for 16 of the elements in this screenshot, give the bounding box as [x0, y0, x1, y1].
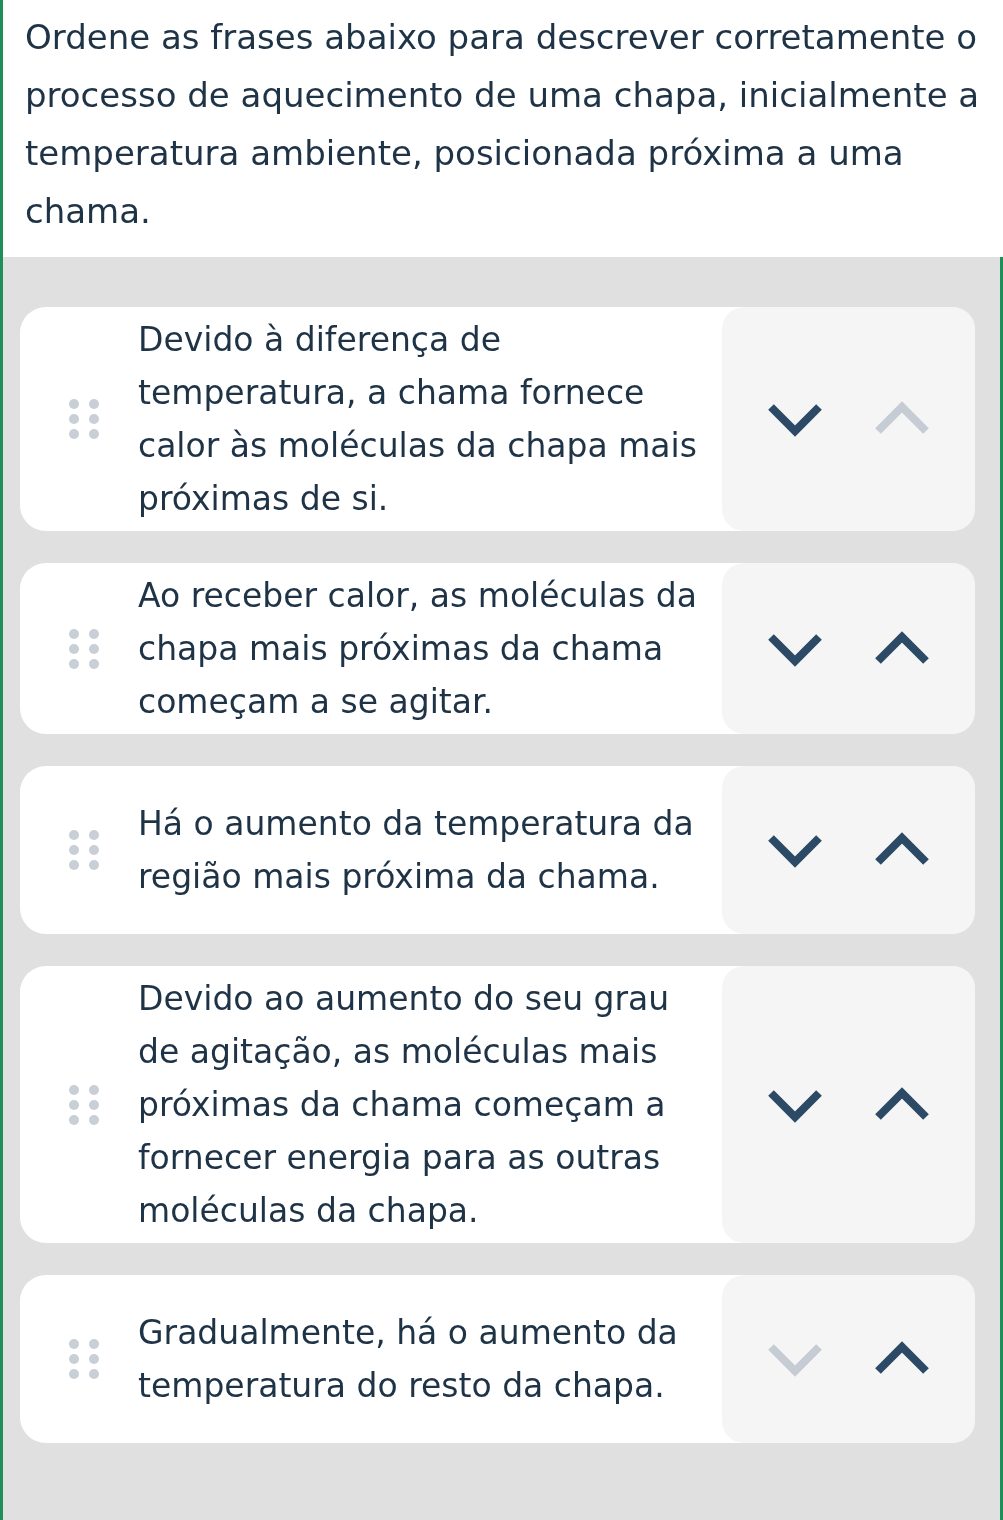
question-text: Ordene as frases abaixo para descrever corretamente o processo de aquecimento de uma chapa, inicialmente a temperatura ambiente, posicionada próxima a uma chama. [25, 16, 981, 233]
sentence-card[interactable]: Gradualmente, há o aumento da temperatura do resto da chapa. [20, 1275, 975, 1443]
sentence-text: Devido à diferença de temperatura, a chama fornece calor às moléculas da chapa mais próximas de si. [138, 319, 698, 520]
sentence-card[interactable]: Ao receber calor, as moléculas da chapa mais próximas da chama começam a se agitar. [20, 563, 975, 734]
sentence-card[interactable]: Devido ao aumento do seu grau de agitação, as moléculas mais próximas da chama começam a fornecer energia para as outras moléculas da chapa. [20, 966, 975, 1243]
drag-handle-icon[interactable] [68, 1083, 100, 1126]
drag-handle-icon[interactable] [68, 398, 100, 440]
drag-handle-icon[interactable] [68, 627, 100, 670]
sentence-text: Há o aumento da temperatura da região mais próxima da chama. [138, 803, 695, 898]
sentence-card[interactable]: Devido à diferença de temperatura, a chama fornece calor às moléculas da chapa mais próximas de si. [20, 307, 975, 531]
sentence-text: Devido ao aumento do seu grau de agitação, as moléculas mais próximas da chama começam a fornecer energia para as outras moléculas da chapa. [138, 978, 671, 1232]
sentence-text: Ao receber calor, as moléculas da chapa mais próximas da chama começam a se agitar. [138, 575, 698, 723]
drag-handle-icon[interactable] [68, 829, 100, 871]
sentence-card[interactable]: Há o aumento da temperatura da região mais próxima da chama. [20, 766, 975, 934]
drag-handle-icon[interactable] [68, 1338, 100, 1380]
sentence-text: Gradualmente, há o aumento da temperatura do resto da chapa. [138, 1312, 679, 1407]
